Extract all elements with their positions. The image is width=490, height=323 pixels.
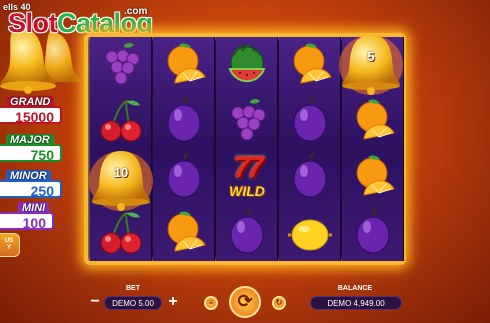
bonus-buy-line1: US (4, 238, 14, 244)
symbol-cherries (90, 93, 152, 149)
turbo-icon[interactable]: ↻ (272, 296, 286, 310)
jackpot-mini-value: 100 (0, 212, 54, 231)
symbols-layer: 10 77 WILD 5 (88, 35, 406, 261)
bonus-buy-button[interactable]: US Y (0, 233, 20, 257)
bell-right-value: 5 (367, 49, 375, 64)
symbol-cherries (90, 205, 152, 261)
symbol-plum (216, 205, 278, 261)
symbol-grapes (90, 37, 152, 93)
jackpot-mini: MINI 100 (0, 202, 54, 232)
spin-button[interactable]: ⟳ (229, 286, 261, 318)
symbol-bell-10: 10 (88, 147, 154, 211)
bonus-buy-line2: Y (6, 245, 11, 251)
jackpot-grand-value: 15000 (0, 106, 62, 125)
symbol-plum (153, 149, 215, 205)
jackpot-grand: GRAND 15000 (0, 96, 62, 126)
symbol-plum (153, 93, 215, 149)
symbol-bell-5: 5 (338, 31, 404, 95)
symbol-orange (153, 37, 215, 93)
symbol-orange (342, 149, 404, 205)
bet-label: BET (126, 285, 140, 292)
bottom-bar: BET − DEMO 5.00 + ≡ ⟳ ↻ BALANCE DEMO 4,9… (0, 282, 490, 323)
plus-icon[interactable]: + (166, 294, 180, 310)
symbol-grapes (216, 93, 278, 149)
symbol-watermelon (216, 37, 278, 93)
jackpot-major-value: 750 (0, 144, 62, 163)
wild-label: WILD (229, 183, 265, 199)
symbol-lemon (279, 205, 341, 261)
balance-value: DEMO 4,949.00 (310, 296, 402, 310)
wild-77: 77 (233, 151, 263, 184)
minus-icon[interactable]: − (88, 294, 102, 310)
jackpot-minor: MINOR 250 (0, 170, 62, 200)
symbol-plum (279, 93, 341, 149)
symbol-plum (279, 149, 341, 205)
autoplay-icon[interactable]: ≡ (204, 296, 218, 310)
symbol-orange (153, 205, 215, 261)
balance-label: BALANCE (337, 285, 373, 292)
symbol-orange (279, 37, 341, 93)
symbol-plum (342, 205, 404, 261)
jackpot-major: MAJOR 750 (0, 134, 62, 164)
bet-value: DEMO 5.00 (104, 296, 162, 310)
symbol-wild: 77 WILD (216, 149, 278, 205)
bell-left-value: 10 (113, 165, 129, 180)
watermark-tld: .com (124, 6, 148, 17)
symbol-orange (342, 93, 404, 149)
jackpot-minor-value: 250 (0, 180, 62, 199)
